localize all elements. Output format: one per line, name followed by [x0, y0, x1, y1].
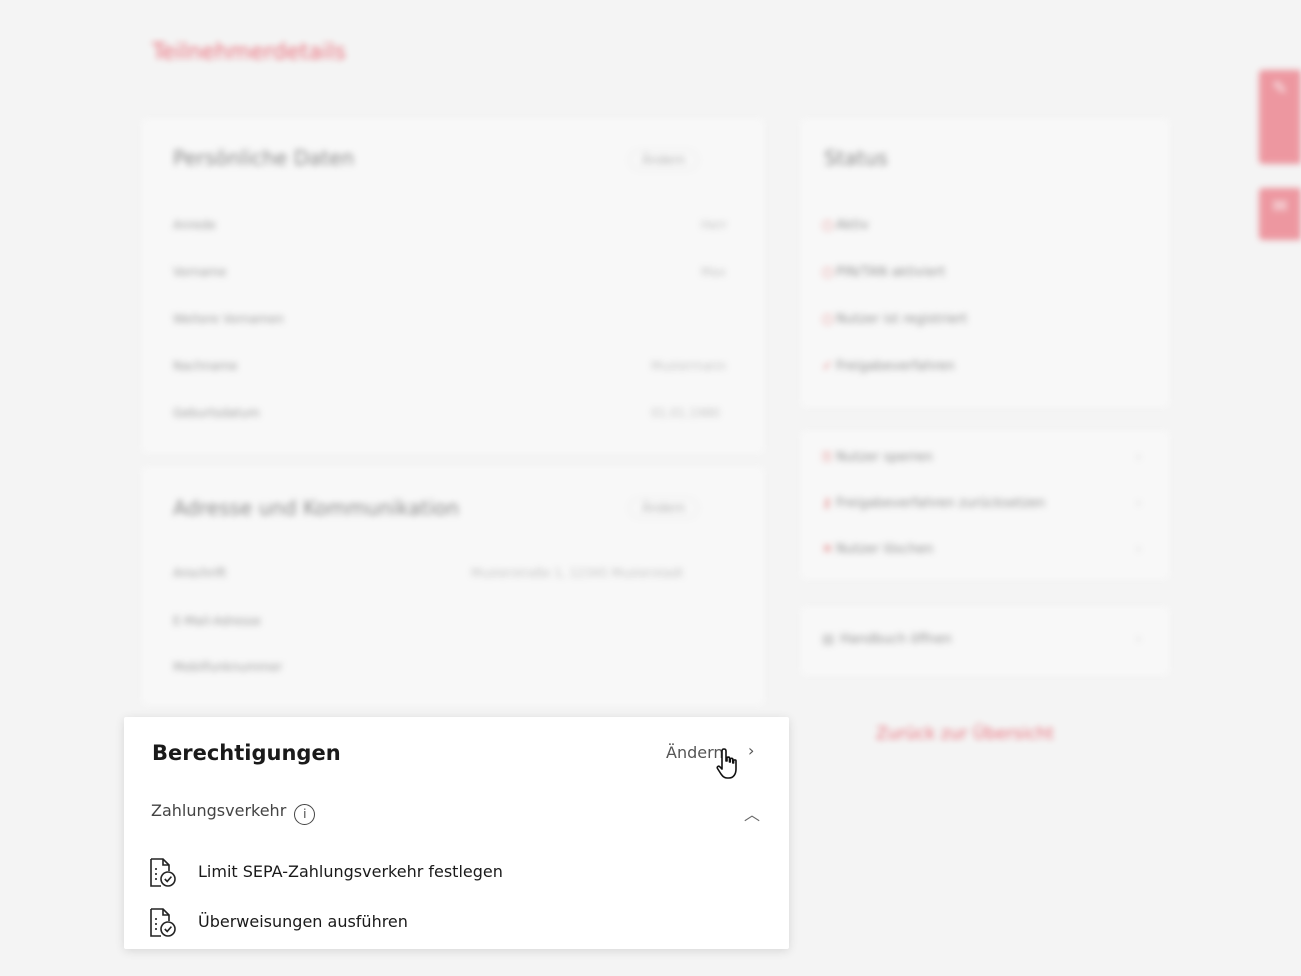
key-icon: ⚷ — [822, 496, 832, 511]
chevron-right-icon: › — [1136, 542, 1142, 557]
status-item: ✓ Freigabeverfahren — [822, 359, 955, 374]
mail-icon: ✉ — [1272, 196, 1288, 217]
lock-icon: ⚿ — [822, 450, 832, 465]
status-card: Status ○ Aktiv ○ PIN/TAN aktiviert ○ Nutzer… — [800, 118, 1170, 408]
actions-card: ⚿ Nutzer sperren › ⚷ Freigabeverfahren zur… — [800, 430, 1170, 580]
row-label: Mobilfunknummer — [173, 660, 283, 674]
back-to-overview-button[interactable]: Zurück zur Übersicht — [876, 724, 1054, 744]
row-value: Mustermann — [651, 359, 727, 373]
permission-label: Überweisungen ausführen — [198, 912, 408, 931]
close-icon: ✕ — [822, 542, 833, 557]
page: Teilnehmerdetails Persönliche Daten Ände… — [0, 0, 1301, 976]
circle-icon: ○ — [822, 312, 834, 327]
row-label: Nachname — [173, 359, 238, 373]
info-icon[interactable]: i — [294, 804, 316, 825]
side-tab-message[interactable]: ✉ — [1259, 188, 1301, 240]
row-label: Geburtsdatum — [173, 406, 260, 420]
hand-cursor-icon — [716, 748, 737, 779]
chevron-right-icon: › — [1136, 450, 1142, 465]
chevron-right-icon[interactable]: › — [748, 741, 754, 760]
row-value: Musterstraße 1, 12345 Musterstadt — [471, 566, 684, 580]
personal-data-title: Persönliche Daten — [173, 146, 355, 170]
status-item: ○ PIN/TAN aktiviert — [822, 265, 946, 280]
permissions-card: Berechtigungen Ändern › Zahlungsverkehr i… — [124, 717, 789, 949]
permissions-title: Berechtigungen — [152, 741, 341, 765]
document-check-icon — [150, 908, 176, 937]
circle-icon: ○ — [822, 218, 834, 233]
row-label: Anrede — [173, 218, 216, 232]
page-title: Teilnehmerdetails — [152, 40, 346, 65]
status-item: ○ Aktiv — [822, 218, 869, 233]
row-label: Weitere Vornamen — [173, 312, 284, 326]
row-value: Herr — [701, 218, 728, 232]
row-label: Anschrift — [173, 566, 227, 580]
reset-approval-action[interactable]: ⚷ Freigabeverfahren zurücksetzen — [822, 496, 1045, 511]
row-label: E-Mail-Adresse — [173, 614, 261, 628]
address-edit-button[interactable]: Ändern — [629, 498, 699, 518]
delete-user-action[interactable]: ✕ Nutzer löschen — [822, 542, 933, 557]
row-value: 01.01.1980 — [651, 406, 720, 420]
lock-user-action[interactable]: ⚿ Nutzer sperren — [822, 450, 933, 465]
document-check-icon — [150, 858, 176, 887]
chevron-right-icon: › — [1136, 496, 1142, 511]
chevron-right-icon: › — [1136, 632, 1142, 647]
handbook-card: ▤ Handbuch öffnen › — [800, 606, 1170, 676]
check-icon: ✓ — [822, 359, 833, 374]
open-handbook-link[interactable]: ▤ Handbuch öffnen — [822, 632, 952, 647]
row-label: Vorname — [173, 265, 227, 279]
personal-data-card: Persönliche Daten Ändern Anrede Herr Vor… — [141, 118, 765, 454]
side-tab-edit[interactable]: ✎ — [1259, 70, 1301, 164]
circle-icon: ○ — [822, 265, 834, 280]
personal-data-edit-button[interactable]: Ändern — [629, 150, 699, 170]
address-card: Adresse und Kommunikation Ändern Anschri… — [141, 466, 765, 706]
status-item: ○ Nutzer ist registriert — [822, 312, 968, 327]
pencil-icon: ✎ — [1272, 78, 1288, 99]
permission-label: Limit SEPA-Zahlungsverkehr festlegen — [198, 862, 503, 881]
chevron-up-icon[interactable]: ︿ — [744, 801, 760, 825]
payment-section-label[interactable]: Zahlungsverkehr i — [151, 801, 316, 825]
address-title: Adresse und Kommunikation — [173, 496, 460, 520]
status-title: Status — [824, 146, 888, 170]
row-value: Max — [701, 265, 726, 279]
book-icon: ▤ — [822, 632, 835, 647]
